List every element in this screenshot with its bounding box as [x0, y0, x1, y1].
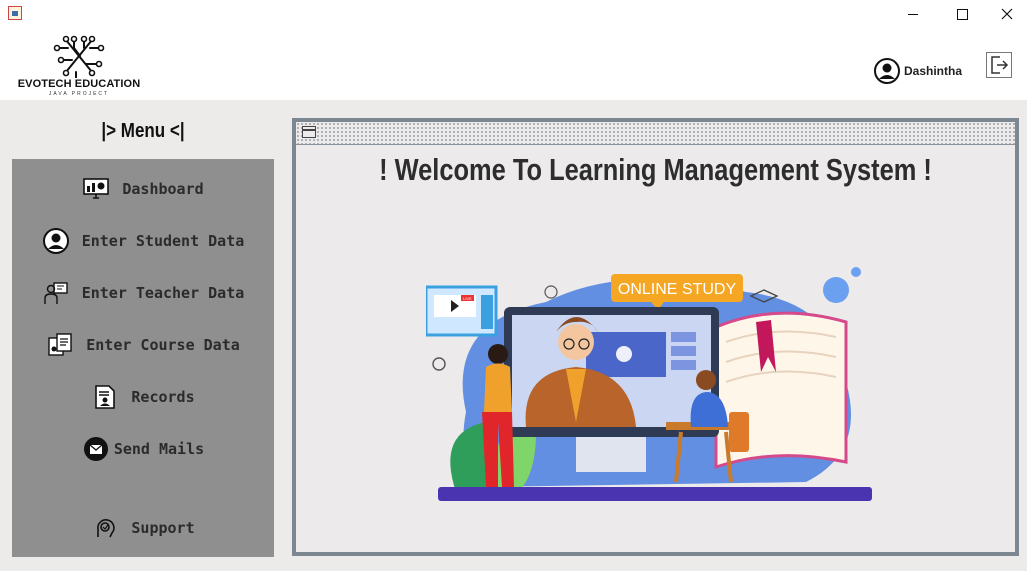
- minimize-button[interactable]: [890, 0, 936, 28]
- frame-window-icon: [302, 126, 316, 138]
- sidebar-item-support[interactable]: Support: [12, 508, 274, 548]
- circuit-logo-icon: [53, 35, 105, 78]
- user-profile[interactable]: Dashintha: [874, 58, 962, 84]
- brand-name: EVOTECH EDUCATION: [17, 78, 141, 90]
- menu-title: |> Menu <|: [101, 120, 185, 142]
- sidebar-item-label: Enter Teacher Data: [81, 284, 245, 302]
- close-icon: [1001, 8, 1013, 20]
- close-button[interactable]: [984, 0, 1027, 28]
- student-icon: [42, 227, 70, 255]
- brand-subtitle: JAVA PROJECT: [48, 91, 110, 97]
- live-tag: LIVE: [463, 296, 472, 301]
- online-study-illustration: LIVE ONLINE STUDY: [426, 267, 872, 501]
- teacher-icon: [42, 279, 70, 307]
- sidebar-item-dashboard[interactable]: Dashboard: [12, 169, 274, 209]
- sidebar-item-mails[interactable]: Send Mails: [12, 429, 274, 469]
- app-header: EVOTECH EDUCATION JAVA PROJECT Dashintha: [0, 28, 1027, 100]
- sidebar-item-teacher[interactable]: Enter Teacher Data: [12, 273, 274, 313]
- course-icon: [46, 331, 74, 359]
- sidebar-item-records[interactable]: Records: [12, 377, 274, 417]
- online-study-badge: ONLINE STUDY: [618, 281, 737, 298]
- welcome-heading: ! Welcome To Learning Management System …: [379, 152, 932, 187]
- sidebar-item-label: Enter Course Data: [86, 336, 240, 354]
- records-icon: [91, 383, 119, 411]
- user-circle-icon: [874, 58, 900, 84]
- mail-icon: [82, 435, 110, 463]
- workspace: |> Menu <| Dashboard Enter Student Data …: [0, 100, 1027, 571]
- java-app-icon: [8, 6, 22, 20]
- logout-icon: [991, 56, 1009, 74]
- internal-frame-titlebar[interactable]: [296, 122, 1015, 145]
- sidebar-item-label: Send Mails: [113, 440, 205, 458]
- main-panel: ! Welcome To Learning Management System …: [292, 118, 1019, 556]
- maximize-icon: [956, 8, 968, 20]
- title-bar: [0, 0, 1027, 28]
- sidebar-item-student[interactable]: Enter Student Data: [12, 221, 274, 261]
- brand-logo: EVOTECH EDUCATION JAVA PROJECT: [14, 34, 144, 97]
- support-icon: [91, 514, 119, 542]
- sidebar-item-course[interactable]: Enter Course Data: [12, 325, 274, 365]
- maximize-button[interactable]: [939, 0, 985, 28]
- logout-button[interactable]: [986, 52, 1012, 78]
- sidebar-item-label: Enter Student Data: [81, 232, 245, 250]
- sidebar-menu: Dashboard Enter Student Data Enter Teach…: [12, 159, 274, 557]
- minimize-icon: [908, 13, 918, 15]
- sidebar-item-label: Records: [131, 388, 195, 406]
- dashboard-monitor-icon: [82, 175, 110, 203]
- sidebar-item-label: Dashboard: [122, 180, 204, 198]
- user-name: Dashintha: [904, 64, 963, 78]
- sidebar-item-label: Support: [131, 519, 195, 537]
